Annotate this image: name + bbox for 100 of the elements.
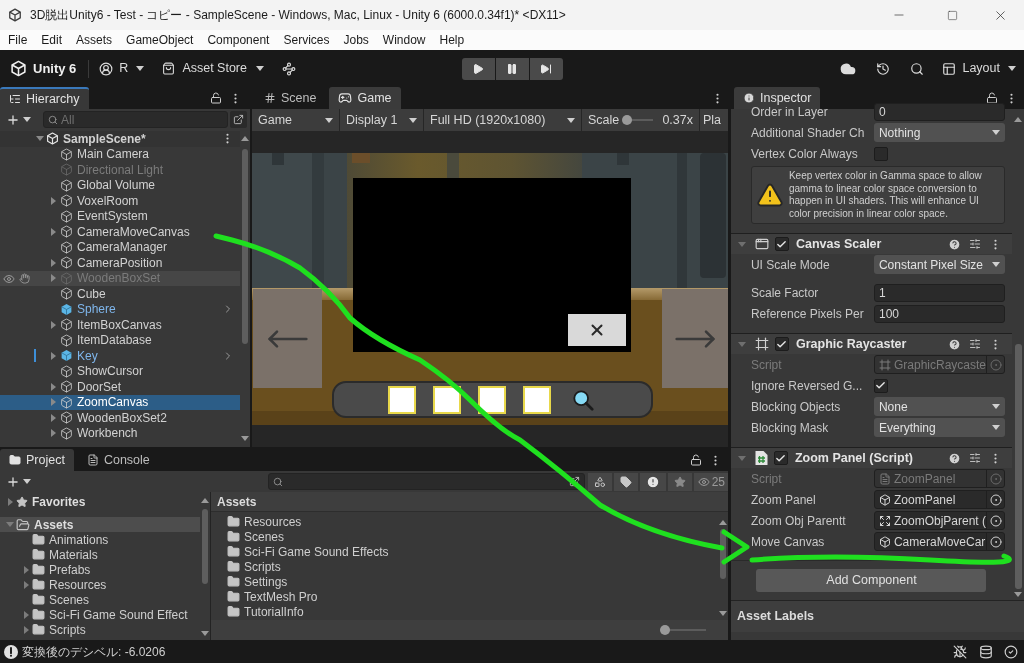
warnings-filter-button[interactable] [639,472,666,491]
type-filter-button[interactable] [587,472,612,491]
add-component-button[interactable]: Add Component [756,569,987,592]
project-tree-item[interactable]: Assets [0,517,200,532]
foldout-arrow-icon[interactable] [737,455,746,461]
foldout-arrow-icon[interactable] [51,196,56,205]
project-tree-item[interactable]: Scripts [0,622,200,637]
project-tree-item[interactable]: Favorites [0,494,200,509]
dropdown[interactable]: Full HD (1920x1080) [424,109,582,131]
scrollbar-thumb[interactable] [720,529,726,579]
checkbox[interactable] [774,337,789,351]
project-tree-item[interactable]: Prefabs [0,562,200,577]
foldout-arrow-icon[interactable] [737,241,746,247]
account-button[interactable]: R [99,56,145,81]
hierarchy-item[interactable]: ZoomCanvas [0,394,240,410]
search-field[interactable] [267,473,585,490]
project-tree-item[interactable]: Sci-Fi Game Sound Effect [0,607,200,622]
external-link-button[interactable] [230,111,247,128]
foldout-arrow-icon[interactable] [51,258,56,267]
project-tree-item[interactable]: Resources [0,577,200,592]
lock-icon[interactable] [690,454,702,466]
slider-thumb[interactable] [660,625,670,635]
lock-icon[interactable] [210,92,222,104]
item-slot[interactable] [433,385,461,414]
checkbox[interactable] [873,146,888,161]
check-circle-icon[interactable] [1004,644,1018,659]
asset-item[interactable]: TextMesh Pro [227,589,718,604]
scrollbar-thumb[interactable] [202,509,208,584]
menu-item[interactable]: Help [432,31,472,49]
close-button[interactable] [568,314,626,346]
add-button[interactable] [6,112,31,127]
foldout-arrow-icon[interactable] [23,625,29,634]
asset-item[interactable]: Sci-Fi Game Sound Effects [227,544,718,559]
hierarchy-item[interactable]: VoxelRoom [0,193,240,209]
foldout-arrow-icon[interactable] [7,497,13,506]
hierarchy-item[interactable]: Global Volume [0,177,240,193]
folder-path[interactable]: Assets [217,492,257,511]
favorite-button[interactable] [667,472,692,491]
component-header[interactable]: Zoom Panel (Script) [730,447,1012,468]
hierarchy-item[interactable]: DoorSet [0,379,240,395]
label-filter-button[interactable] [613,472,638,491]
menu-item[interactable]: GameObject [119,31,201,49]
checkbox[interactable] [774,237,789,251]
foldout-arrow-icon[interactable] [51,429,56,438]
foldout-arrow-icon[interactable] [23,580,29,589]
bug-off-icon[interactable] [953,644,967,659]
asset-item[interactable]: Resources [227,514,718,529]
asset-store-button[interactable]: Asset Store [162,56,264,81]
add-button[interactable] [6,474,31,489]
database-icon[interactable] [979,644,993,659]
scroll-down-icon[interactable] [241,436,249,441]
project-tree-item[interactable]: Materials [0,547,200,562]
slider-thumb[interactable] [621,115,632,125]
editor-menu-button[interactable]: Unity 6 [10,56,77,81]
menu-item[interactable]: File [1,31,35,49]
asset-item[interactable]: Scenes [227,529,718,544]
hierarchy-item[interactable]: EventSystem [0,208,240,224]
foldout-arrow-icon[interactable] [51,320,56,329]
icon-size-slider[interactable] [660,625,706,635]
component-header[interactable]: Canvas Scaler [730,233,1012,254]
foldout-arrow-icon[interactable] [51,351,56,360]
hierarchy-item[interactable]: Sphere [0,301,240,317]
component-header[interactable]: Graphic Raycaster [730,333,1012,354]
dropdown[interactable]: Constant Pixel Size [873,255,1005,274]
sliders-icon[interactable] [969,238,981,250]
project-tree-item[interactable]: Scenes [0,592,200,607]
scroll-up-icon[interactable] [201,498,209,503]
help-icon[interactable] [948,237,961,251]
hierarchy-item[interactable]: CameraManager [0,239,240,255]
hierarchy-item[interactable]: Cube [0,286,240,302]
status-message[interactable]: 変換後のデシベル: -6.0206 [22,642,166,661]
number-field[interactable]: 100 [873,304,1005,323]
foldout-arrow-icon[interactable] [23,565,29,574]
foldout-arrow-icon[interactable] [51,227,56,236]
scrollbar-thumb[interactable] [1014,344,1022,589]
menu-item[interactable]: Jobs [336,31,376,49]
dropdown[interactable]: Nothing [873,123,1005,142]
checkbox[interactable] [773,451,788,465]
project-tree-item[interactable]: Animations [0,532,200,547]
asset-item[interactable]: Settings [227,574,718,589]
object-field[interactable]: ZoomPanel [873,490,1005,509]
dropdown[interactable]: Display 1 [340,109,424,131]
panel-tab[interactable]: Scene [255,87,326,109]
foldout-arrow-icon[interactable] [23,610,29,619]
toolbar-label[interactable]: Pla [703,110,722,130]
scroll-up-icon[interactable] [719,520,727,525]
scroll-down-icon[interactable] [201,631,209,636]
menu-item[interactable]: Services [276,31,337,49]
foldout-arrow-icon[interactable] [35,136,44,142]
slider-track[interactable] [625,115,654,125]
foldout-arrow-icon[interactable] [737,341,746,347]
dropdown[interactable]: None [873,397,1005,416]
item-slot[interactable] [523,385,551,414]
panel-tab[interactable]: Game [329,87,401,109]
hierarchy-item[interactable]: Workbench [0,425,240,441]
number-field[interactable]: 1 [873,283,1005,302]
foldout-arrow-icon[interactable] [51,382,56,391]
hierarchy-item[interactable]: ShowCursor [0,363,240,379]
scroll-up-icon[interactable] [1014,117,1022,122]
asset-item[interactable]: TutorialInfo [227,604,718,619]
